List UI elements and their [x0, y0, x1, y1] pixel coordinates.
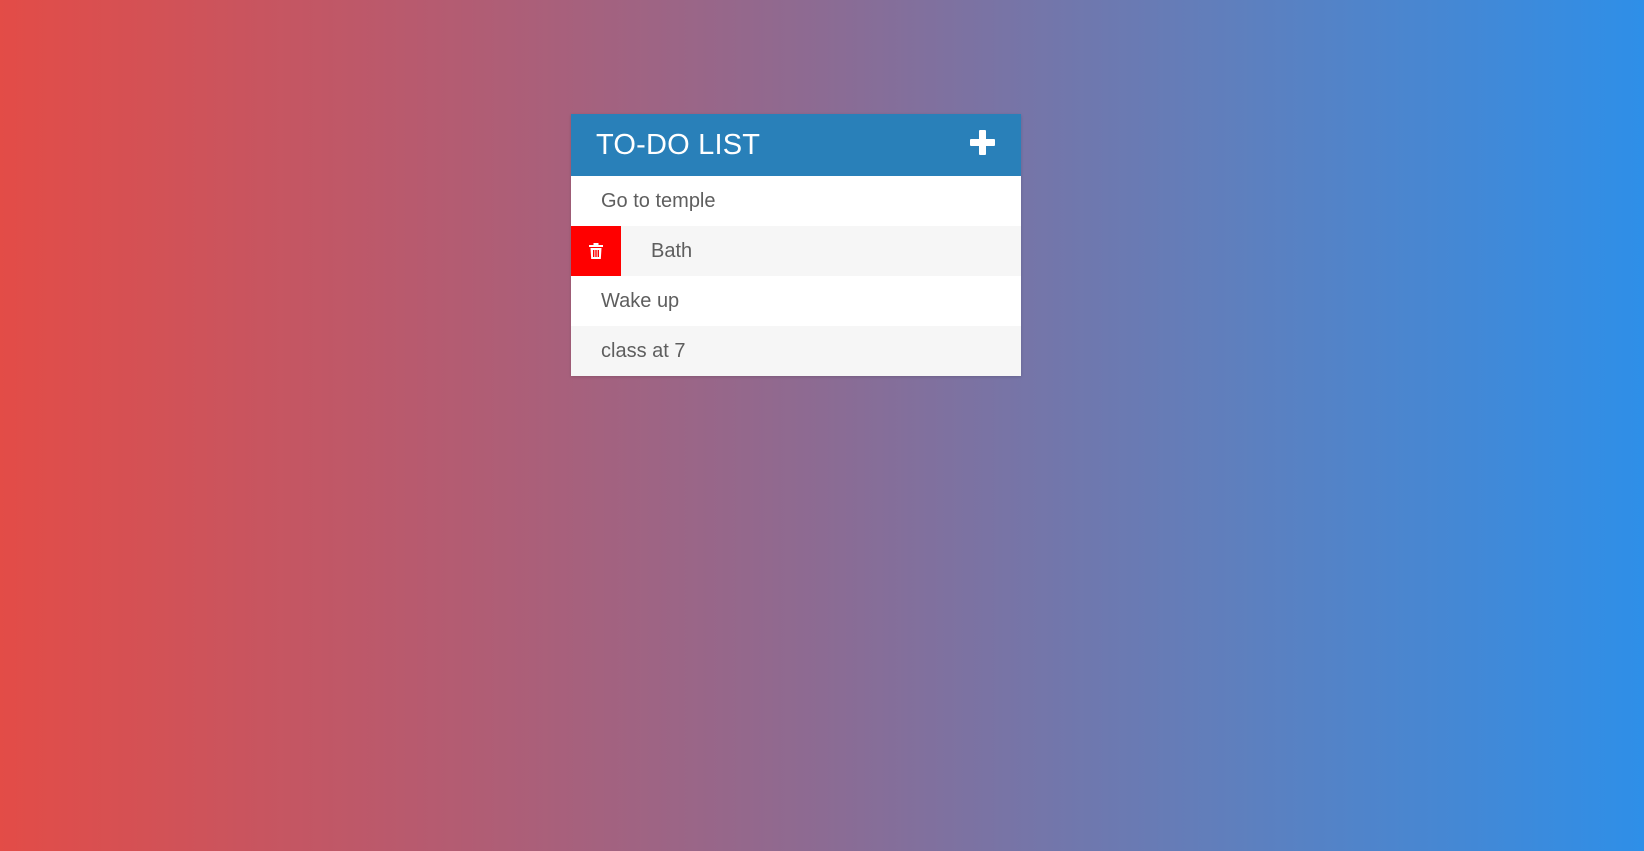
page-title: TO-DO LIST: [596, 128, 761, 161]
delete-button[interactable]: [571, 226, 621, 276]
todo-list: Go to temple Bath Wake up class at 7: [571, 176, 1021, 376]
todo-item-label: Bath: [651, 239, 693, 262]
todo-header: TO-DO LIST: [571, 114, 1021, 176]
todo-item-label: Go to temple: [601, 189, 716, 212]
todo-card: TO-DO LIST Go to temple Bath Wake up cla…: [571, 114, 1021, 376]
todo-item-label: Wake up: [601, 289, 680, 312]
list-item[interactable]: Wake up: [571, 276, 1021, 326]
plus-icon[interactable]: [969, 129, 997, 157]
trash-icon: [589, 243, 603, 259]
list-item[interactable]: class at 7: [571, 326, 1021, 376]
todo-item-label: class at 7: [601, 339, 686, 362]
list-item[interactable]: Go to temple: [571, 176, 1021, 226]
list-item[interactable]: Bath: [571, 226, 1021, 276]
